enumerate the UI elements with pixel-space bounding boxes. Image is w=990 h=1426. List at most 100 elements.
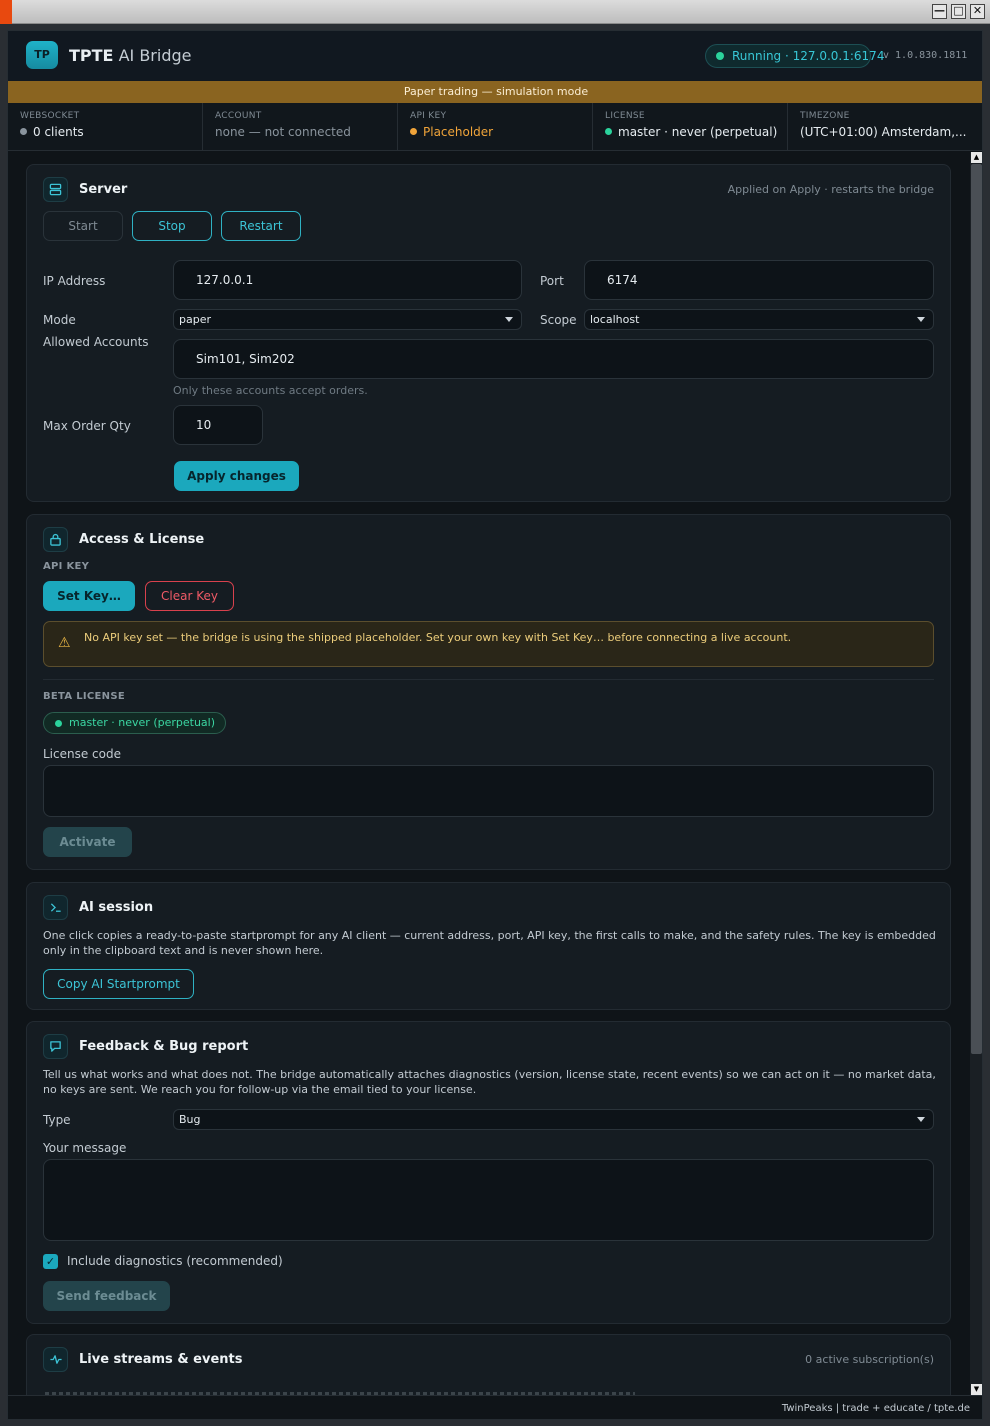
stop-button[interactable]: Stop [132,211,212,241]
api-key-status-dot-icon [410,128,417,135]
server-card: Server Applied on Apply · restarts the b… [26,164,951,502]
chat-bubble-icon [43,1034,68,1059]
stat-value-container: 0 clients [20,125,190,139]
stat-value-container: Placeholder [410,125,580,139]
scroll-down-arrow-icon[interactable]: ▼ [971,1384,982,1395]
scope-select[interactable]: localhost [584,309,934,330]
stat-license: LICENSE master · never (perpetual) [593,103,788,151]
lock-icon [43,527,68,552]
main-scroll-area: Server Applied on Apply · restarts the b… [8,152,969,1395]
scope-select-value: localhost [590,313,640,326]
app-header: TP TPTE AI Bridge Running · 127.0.0.1:61… [8,31,982,81]
active-subscriptions-count: 0 active subscription(s) [805,1353,934,1366]
version-label: v 1.0.830.1811 [883,50,968,61]
live-streams-title: Live streams & events [79,1352,243,1367]
send-feedback-button[interactable]: Send feedback [43,1281,170,1311]
stat-label: API KEY [410,111,447,121]
feedback-type-label: Type [43,1113,71,1127]
app-marker-icon [0,0,12,24]
websocket-status-dot-icon [20,128,27,135]
warning-icon: ⚠ [58,635,71,651]
vertical-scrollbar[interactable]: ▲ ▼ [970,152,982,1395]
scroll-up-arrow-icon[interactable]: ▲ [971,152,982,163]
max-order-qty-label: Max Order Qty [43,419,131,433]
ip-address-label: IP Address [43,274,106,288]
clear-key-button[interactable]: Clear Key [145,581,234,611]
footer-text: TwinPeaks | trade + educate / tpte.de [781,1403,970,1414]
app-title-brand: TPTE [69,46,114,65]
server-meta: Applied on Apply · restarts the bridge [727,183,934,196]
mode-select-value: paper [179,313,211,326]
minimize-button[interactable]: — [932,4,947,19]
scrollbar-thumb[interactable] [971,164,982,1054]
api-key-warning-text: No API key set — the bridge is using the… [84,631,792,644]
server-status-badge: Running · 127.0.0.1:6174 [705,44,884,68]
feedback-type-value: Bug [179,1113,201,1126]
ai-session-card: AI session One click copies a ready-to-p… [26,882,951,1010]
include-diagnostics-label: Include diagnostics (recommended) [67,1254,283,1268]
stat-value: 0 clients [33,125,84,139]
allowed-accounts-label: Allowed Accounts [43,335,149,349]
license-status-badge: master · never (perpetual) [43,712,227,734]
chevron-down-icon [505,317,513,322]
license-badge-text: master · never (perpetual) [69,716,216,729]
stat-api-key: API KEY Placeholder [398,103,593,151]
allowed-accounts-hint: Only these accounts accept orders. [173,384,368,397]
your-message-label: Your message [43,1141,127,1155]
scope-label: Scope [540,313,577,327]
access-license-card: Access & License API KEY Set Key… Clear … [26,514,951,870]
ip-address-input[interactable]: 127.0.0.1 [173,260,522,300]
feedback-message-input[interactable] [43,1159,934,1241]
beta-license-label: BETA LICENSE [43,691,125,702]
stat-label: WEBSOCKET [20,111,80,121]
stat-timezone: TIMEZONE (UTC+01:00) Amsterdam,... [788,103,982,151]
ai-session-description: One click copies a ready-to-paste startp… [43,929,936,957]
stat-value: Placeholder [423,125,494,139]
copy-ai-startprompt-button[interactable]: Copy AI Startprompt [43,969,194,999]
live-streams-card: Live streams & events 0 active subscript… [26,1334,951,1395]
server-status-text: Running · 127.0.0.1:6174 [732,49,885,63]
status-dot-icon [716,52,724,60]
ai-session-title: AI session [79,900,154,915]
stat-value: master · never (perpetual) [618,125,778,139]
stat-value: none — not connected [215,125,351,139]
include-diagnostics-checkbox[interactable]: ✓ [43,1254,58,1269]
port-input[interactable]: 6174 [584,260,934,300]
restart-button[interactable]: Restart [221,211,301,241]
stat-websocket: WEBSOCKET 0 clients [8,103,203,151]
chevron-down-icon [917,317,925,322]
set-key-button[interactable]: Set Key… [43,581,135,611]
feedback-type-select[interactable]: Bug [173,1109,934,1130]
allowed-accounts-input[interactable]: Sim101, Sim202 [173,339,934,379]
server-title: Server [79,182,128,197]
terminal-icon [43,895,68,920]
api-key-warning: ⚠ No API key set — the bridge is using t… [43,621,934,667]
feedback-title: Feedback & Bug report [79,1039,249,1054]
feedback-card: Feedback & Bug report Tell us what works… [26,1021,951,1324]
close-window-button[interactable]: ✕ [970,4,985,19]
start-button[interactable]: Start [43,211,123,241]
activate-button[interactable]: Activate [43,827,132,857]
stat-value-container: master · never (perpetual) [605,125,778,139]
stat-value: (UTC+01:00) Amsterdam,... [800,125,967,139]
chevron-down-icon [917,1117,925,1122]
port-label: Port [540,274,564,288]
mode-label: Mode [43,313,76,327]
feedback-description: Tell us what works and what does not. Th… [43,1068,936,1096]
stat-account: ACCOUNT none — not connected [203,103,398,151]
status-strip: WEBSOCKET 0 clients ACCOUNT none — not c… [8,103,982,151]
paper-trading-banner: Paper trading — simulation mode [8,81,982,103]
max-order-qty-input[interactable]: 10 [173,405,263,445]
os-titlebar: — □ ✕ [0,0,990,24]
mode-select[interactable]: paper [173,309,522,330]
stat-label: TIMEZONE [800,111,850,121]
app-title-product: AI Bridge [118,46,192,65]
license-code-input[interactable] [43,765,934,817]
app-footer: TwinPeaks | trade + educate / tpte.de [8,1395,982,1419]
app-logo: TP [26,41,58,69]
divider [43,679,934,680]
stat-label: LICENSE [605,111,645,121]
maximize-button[interactable]: □ [951,4,966,19]
license-code-label: License code [43,747,121,761]
apply-changes-button[interactable]: Apply changes [174,461,299,491]
